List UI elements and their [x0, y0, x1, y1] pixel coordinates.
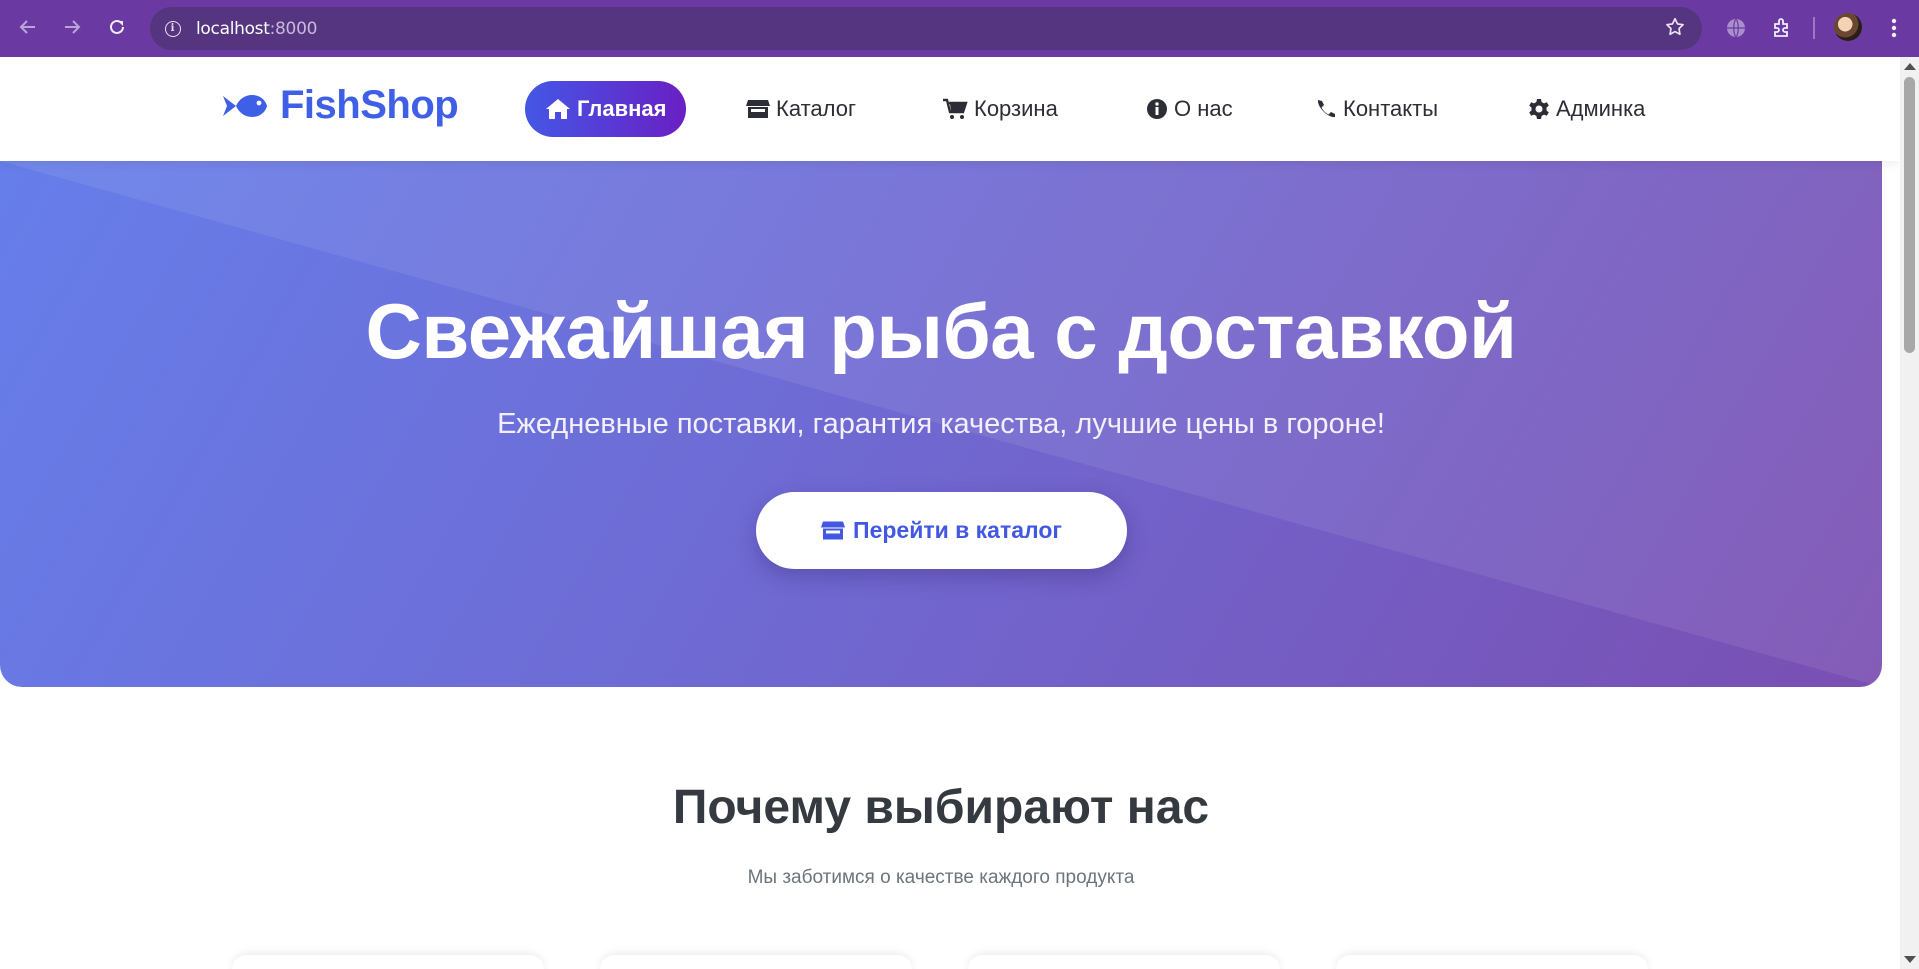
- nav-label: Главная: [577, 96, 667, 121]
- profile-avatar[interactable]: [1834, 13, 1862, 41]
- feature-card: [232, 955, 544, 969]
- feature-card: [1336, 955, 1648, 969]
- extensions-icon[interactable]: [1768, 14, 1796, 42]
- hero-title: Свежайшая рыба с доставкой: [365, 287, 1517, 375]
- gear-icon: [1529, 99, 1549, 119]
- nav-contacts[interactable]: Контакты: [1295, 81, 1458, 137]
- menu-kebab-icon[interactable]: [1880, 14, 1908, 42]
- address-bar[interactable]: i localhost:8000: [150, 7, 1702, 50]
- nav-label: Корзина: [974, 96, 1058, 121]
- page-scrollbar[interactable]: [1900, 57, 1919, 969]
- features-title: Почему выбирают нас: [672, 781, 1210, 834]
- nav-admin[interactable]: Админка: [1508, 81, 1665, 137]
- phone-icon: [1317, 100, 1335, 118]
- hero-banner: Свежайшая рыба с доставкой Ежедневные по…: [0, 161, 1882, 687]
- store-icon: [821, 521, 846, 540]
- scroll-up-arrow-icon[interactable]: [1904, 63, 1916, 70]
- forward-arrow-icon[interactable]: [58, 13, 86, 41]
- site-info-icon[interactable]: i: [160, 16, 185, 41]
- logo-text: FishShop: [280, 83, 459, 127]
- info-icon: [1147, 99, 1167, 119]
- home-icon: [546, 99, 570, 119]
- nav-cart[interactable]: Корзина: [922, 81, 1078, 137]
- store-icon: [746, 100, 770, 118]
- nav-label: Админка: [1556, 96, 1646, 121]
- cta-label: Перейти в каталог: [853, 517, 1062, 543]
- bookmark-star-icon[interactable]: [1664, 16, 1686, 44]
- feature-card: [968, 955, 1280, 969]
- nav-label: Контакты: [1343, 96, 1439, 121]
- toolbar-divider: [1813, 17, 1815, 39]
- site-header: FishShop Главная Каталог Корзина О нас К…: [0, 57, 1900, 161]
- globe-icon[interactable]: [1722, 14, 1750, 42]
- nav-home[interactable]: Главная: [525, 81, 687, 137]
- scroll-down-arrow-icon[interactable]: [1904, 956, 1916, 963]
- hero-subtitle: Ежедневные поставки, гарантия качества, …: [497, 408, 1385, 440]
- nav-catalog[interactable]: Каталог: [726, 81, 876, 137]
- go-to-catalog-button[interactable]: Перейти в каталог: [756, 492, 1127, 569]
- nav-label: Каталог: [776, 96, 856, 121]
- browser-toolbar: i localhost:8000: [0, 0, 1919, 57]
- feature-card: [600, 955, 912, 969]
- reload-icon[interactable]: [103, 13, 131, 41]
- url-text[interactable]: localhost:8000: [196, 19, 317, 39]
- features-subtitle: Мы заботимся о качестве каждого продукта: [747, 867, 1135, 888]
- nav-label: О нас: [1174, 96, 1233, 121]
- cart-icon: [943, 98, 968, 119]
- page-viewport: FishShop Главная Каталог Корзина О нас К…: [0, 57, 1900, 969]
- scroll-thumb[interactable]: [1904, 77, 1915, 353]
- nav-about[interactable]: О нас: [1126, 81, 1253, 137]
- back-arrow-icon[interactable]: [14, 13, 42, 41]
- fish-icon: [223, 94, 267, 117]
- site-logo[interactable]: FishShop: [222, 83, 459, 128]
